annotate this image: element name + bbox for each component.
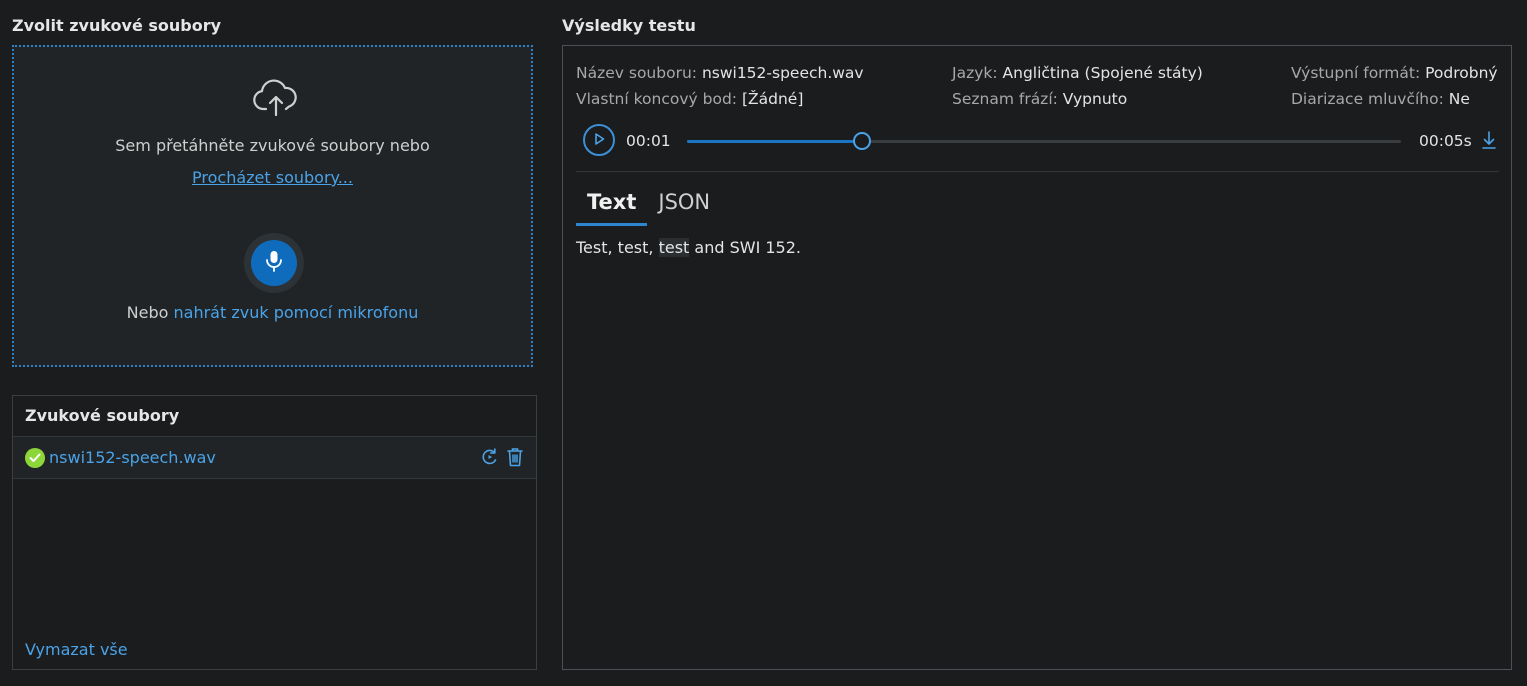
upload-section-title: Zvolit zvukové soubory [12,16,222,35]
diarization-value: Ne [1448,90,1470,108]
record-microphone-button[interactable] [244,233,304,293]
record-instructions: Nebo nahrát zvuk pomocí mikrofonu [14,303,531,322]
output-format-info: Výstupní formát: Podrobný [1291,64,1498,82]
diarization-label: Diarizace mluvčího: [1291,90,1444,108]
seek-progress [687,140,862,143]
play-button[interactable] [583,124,615,156]
current-time: 00:01 [626,132,671,150]
retry-icon[interactable] [480,447,500,467]
endpoint-value: [Žádné] [741,90,804,108]
phrase-list-label: Seznam frází: [952,90,1058,108]
language-value: Angličtina (Spojené státy) [1002,64,1203,82]
transcript-after: and SWI 152. [689,238,801,257]
seek-thumb[interactable] [852,132,871,150]
audio-files-title: Zvukové soubory [13,396,536,437]
endpoint-info: Vlastní koncový bod: [Žádné] [576,90,803,108]
browse-files-link[interactable]: Procházet soubory... [192,168,353,187]
phrase-list-value: Vypnuto [1062,90,1128,108]
transcript-before: Test, test, [576,238,659,257]
file-name-info: Název souboru: nswi152-speech.wav [576,64,864,82]
tab-json[interactable]: JSON [647,186,721,226]
play-icon [592,131,606,150]
transcript-text: Test, test, test and SWI 152. [576,238,801,257]
language-info: Jazyk: Angličtina (Spojené státy) [952,64,1203,82]
cloud-upload-icon [252,79,300,123]
endpoint-label: Vlastní koncový bod: [576,90,738,108]
results-section-title: Výsledky testu [562,16,696,35]
trash-icon[interactable] [506,447,524,467]
file-name-label: Název souboru: [576,64,697,82]
file-name-link[interactable]: nswi152-speech.wav [49,448,216,467]
record-prefix: Nebo [126,303,169,322]
drop-instructions: Sem přetáhněte zvukové soubory nebo [115,136,430,155]
seek-slider[interactable] [687,132,1401,150]
check-circle-icon [25,447,45,468]
test-results-panel: Název souboru: nswi152-speech.wav Vlastn… [562,45,1512,670]
transcript-highlight: test [658,238,690,257]
audio-player: 00:01 00:05s [583,124,1501,160]
microphone-icon [265,250,283,276]
output-format-value: Podrobný [1425,64,1498,82]
divider [576,171,1499,172]
audio-files-panel: Zvukové soubory nswi152-speech.wav Vymaz… [12,395,537,670]
audio-dropzone[interactable]: Sem přetáhněte zvukové soubory nebo Proc… [12,45,533,367]
file-list-item[interactable]: nswi152-speech.wav [13,437,536,479]
record-microphone-link[interactable]: nahrát zvuk pomocí mikrofonu [174,303,419,322]
download-icon[interactable] [1481,130,1497,154]
language-label: Jazyk: [952,64,998,82]
clear-all-link[interactable]: Vymazat vše [25,640,128,659]
output-format-label: Výstupní formát: [1291,64,1421,82]
file-name-value: nswi152-speech.wav [701,64,864,82]
total-time: 00:05s [1419,132,1472,150]
result-tabs: Text JSON [576,186,721,226]
phrase-list-info: Seznam frází: Vypnuto [952,90,1127,108]
diarization-info: Diarizace mluvčího: Ne [1291,90,1470,108]
tab-text[interactable]: Text [576,186,648,226]
